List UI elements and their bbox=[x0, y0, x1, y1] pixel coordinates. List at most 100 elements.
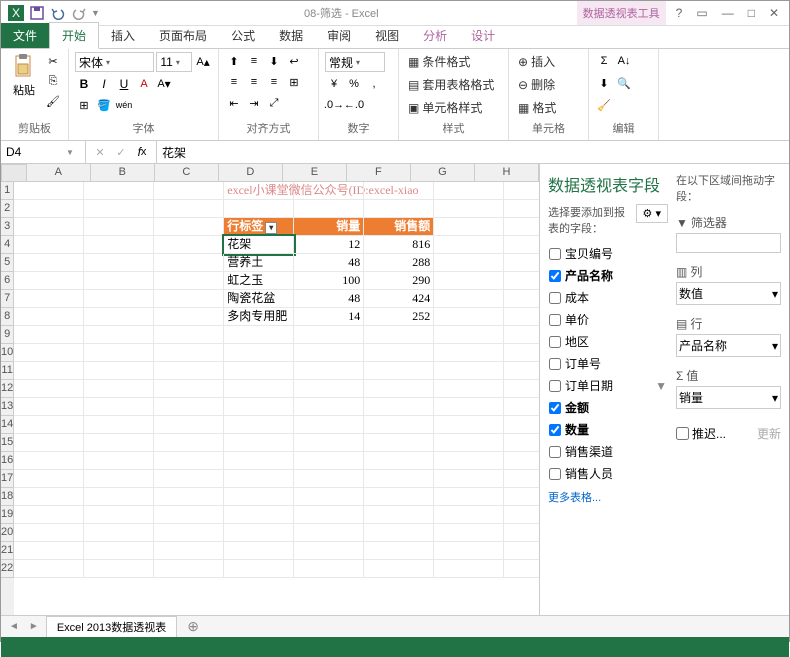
currency-icon[interactable]: ¥ bbox=[325, 75, 343, 93]
field-item[interactable]: 地区 bbox=[548, 332, 668, 351]
align-mid-icon[interactable]: ≡ bbox=[245, 52, 263, 70]
row-header[interactable]: 1 bbox=[1, 182, 14, 200]
tab-layout[interactable]: 页面布局 bbox=[147, 23, 219, 48]
align-center-icon[interactable]: ≡ bbox=[245, 73, 263, 91]
undo-icon[interactable] bbox=[49, 4, 67, 22]
excel-icon[interactable]: X bbox=[7, 4, 25, 22]
row-header[interactable]: 13 bbox=[1, 398, 14, 416]
comma-icon[interactable]: , bbox=[365, 75, 383, 93]
row-header[interactable]: 2 bbox=[1, 200, 14, 218]
decrease-font-icon[interactable]: A▾ bbox=[155, 75, 173, 93]
update-button[interactable]: 更新 bbox=[757, 425, 781, 442]
find-icon[interactable]: 🔍 bbox=[615, 74, 633, 92]
fill-color-icon[interactable]: 🪣 bbox=[95, 96, 113, 114]
font-name[interactable]: 宋体▾ bbox=[75, 52, 154, 72]
tab-home[interactable]: 开始 bbox=[49, 22, 99, 49]
col-header[interactable]: D bbox=[219, 164, 283, 182]
fx-icon[interactable]: fx bbox=[133, 143, 151, 161]
tab-insert[interactable]: 插入 bbox=[99, 23, 147, 48]
row-header[interactable]: 3 bbox=[1, 218, 14, 236]
row-header[interactable]: 15 bbox=[1, 434, 14, 452]
tab-review[interactable]: 审阅 bbox=[315, 23, 363, 48]
filters-drop-area[interactable] bbox=[676, 233, 781, 253]
cancel-fx-icon[interactable]: ✕ bbox=[91, 143, 109, 161]
minimize-icon[interactable]: — bbox=[722, 6, 734, 20]
number-format[interactable]: 常规▾ bbox=[325, 52, 385, 72]
rows-drop-area[interactable]: 产品名称▾ bbox=[676, 334, 781, 357]
field-item[interactable]: 订单号 bbox=[548, 354, 668, 373]
field-item[interactable]: 成本 bbox=[548, 288, 668, 307]
sheet-nav-next[interactable]: ► bbox=[26, 621, 42, 632]
clear-icon[interactable]: 🧹 bbox=[595, 96, 613, 114]
align-left-icon[interactable]: ≡ bbox=[225, 73, 243, 91]
cut-icon[interactable]: ✂ bbox=[44, 52, 62, 70]
field-item[interactable]: 产品名称 bbox=[548, 266, 668, 285]
filter-icon[interactable]: ▼ bbox=[655, 379, 667, 393]
enter-fx-icon[interactable]: ✓ bbox=[112, 143, 130, 161]
select-all-corner[interactable] bbox=[1, 164, 27, 182]
font-size[interactable]: 11▾ bbox=[156, 52, 192, 72]
defer-checkbox[interactable] bbox=[676, 427, 689, 440]
paste-button[interactable]: 粘贴 bbox=[7, 52, 41, 119]
pane-settings-button[interactable]: ⚙ ▾ bbox=[636, 204, 668, 223]
format-table-button[interactable]: ▤套用表格格式 bbox=[405, 75, 502, 94]
more-tables-link[interactable]: 更多表格... bbox=[548, 489, 668, 505]
tab-design[interactable]: 设计 bbox=[459, 23, 507, 48]
format-painter-icon[interactable]: 🖌 bbox=[44, 92, 62, 110]
field-item[interactable]: 销售人员 bbox=[548, 464, 668, 483]
font-color-icon[interactable]: A bbox=[135, 75, 153, 93]
indent-inc-icon[interactable]: ⇥ bbox=[245, 94, 263, 112]
italic-button[interactable]: I bbox=[95, 75, 113, 93]
format-cells-button[interactable]: ▦格式 bbox=[515, 98, 582, 117]
increase-font-icon[interactable]: A▴ bbox=[194, 53, 212, 71]
values-drop-area[interactable]: 销量▾ bbox=[676, 386, 781, 409]
name-box[interactable]: ▼ bbox=[1, 141, 86, 163]
cells-area[interactable]: excel小课堂微信公众号(ID:excel-xiao行标签▾销量销售额花架12… bbox=[14, 182, 539, 615]
indent-dec-icon[interactable]: ⇤ bbox=[225, 94, 243, 112]
row-header[interactable]: 9 bbox=[1, 326, 14, 344]
row-header[interactable]: 6 bbox=[1, 272, 14, 290]
row-header[interactable]: 14 bbox=[1, 416, 14, 434]
tab-analyze[interactable]: 分析 bbox=[411, 23, 459, 48]
align-top-icon[interactable]: ⬆ bbox=[225, 52, 243, 70]
new-sheet-button[interactable]: ⊕ bbox=[181, 618, 205, 635]
field-item[interactable]: 宝贝编号 bbox=[548, 244, 668, 263]
tab-data[interactable]: 数据 bbox=[267, 23, 315, 48]
row-header[interactable]: 11 bbox=[1, 362, 14, 380]
col-header[interactable]: E bbox=[283, 164, 347, 182]
row-header[interactable]: 19 bbox=[1, 506, 14, 524]
row-header[interactable]: 8 bbox=[1, 308, 14, 326]
col-header[interactable]: F bbox=[347, 164, 411, 182]
sheet-nav-prev[interactable]: ◄ bbox=[6, 621, 22, 632]
align-bot-icon[interactable]: ⬇ bbox=[265, 52, 283, 70]
redo-icon[interactable] bbox=[70, 4, 88, 22]
autosum-icon[interactable]: Σ bbox=[595, 52, 613, 70]
ribbon-toggle-icon[interactable]: ▭ bbox=[696, 6, 707, 20]
row-header[interactable]: 18 bbox=[1, 488, 14, 506]
row-header[interactable]: 22 bbox=[1, 560, 14, 578]
merge-icon[interactable]: ⊞ bbox=[285, 73, 303, 91]
dec-decimal-icon[interactable]: ←.0 bbox=[345, 96, 363, 114]
fill-icon[interactable]: ⬇ bbox=[595, 74, 613, 92]
inc-decimal-icon[interactable]: .0→ bbox=[325, 96, 343, 114]
cond-format-button[interactable]: ▦条件格式 bbox=[405, 52, 502, 71]
bold-button[interactable]: B bbox=[75, 75, 93, 93]
insert-cells-button[interactable]: ⊕插入 bbox=[515, 52, 582, 71]
sort-icon[interactable]: A↓ bbox=[615, 52, 633, 70]
field-item[interactable]: 订单日期▼ bbox=[548, 376, 668, 395]
field-item[interactable]: 金额 bbox=[548, 398, 668, 417]
row-header[interactable]: 7 bbox=[1, 290, 14, 308]
border-icon[interactable]: ⊞ bbox=[75, 96, 93, 114]
row-header[interactable]: 17 bbox=[1, 470, 14, 488]
columns-drop-area[interactable]: 数值▾ bbox=[676, 282, 781, 305]
tab-file[interactable]: 文件 bbox=[1, 23, 49, 48]
formula-input[interactable] bbox=[162, 145, 784, 160]
row-header[interactable]: 21 bbox=[1, 542, 14, 560]
phonetic-icon[interactable]: wén bbox=[115, 96, 133, 114]
sheet-tab[interactable]: Excel 2013数据透视表 bbox=[46, 616, 177, 637]
field-item[interactable]: 销售渠道 bbox=[548, 442, 668, 461]
field-item[interactable]: 单价 bbox=[548, 310, 668, 329]
help-icon[interactable]: ? bbox=[676, 6, 683, 20]
col-header[interactable]: G bbox=[411, 164, 475, 182]
save-icon[interactable] bbox=[28, 4, 46, 22]
